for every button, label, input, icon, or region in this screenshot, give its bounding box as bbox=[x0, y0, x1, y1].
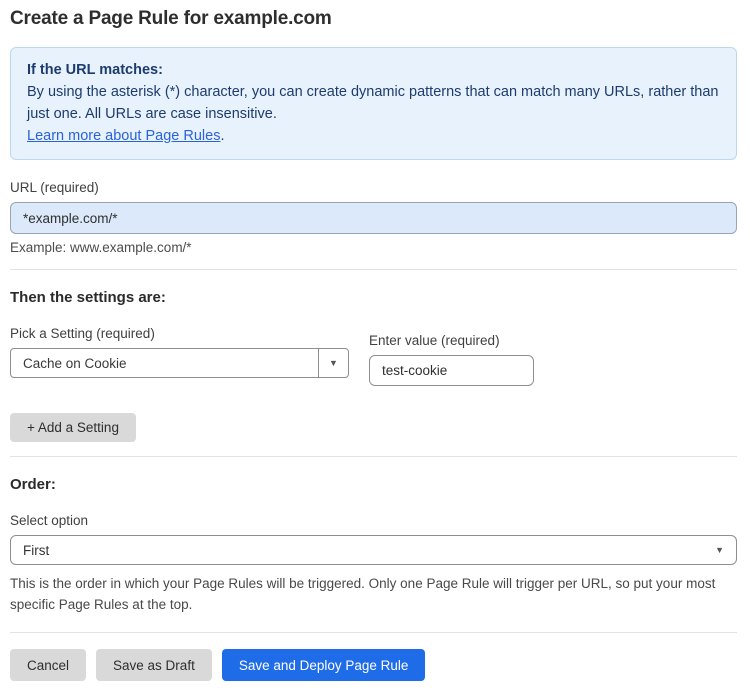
url-input[interactable] bbox=[10, 202, 737, 234]
add-setting-button[interactable]: + Add a Setting bbox=[10, 413, 136, 442]
footer-actions: Cancel Save as Draft Save and Deploy Pag… bbox=[10, 632, 737, 681]
setting-select-column: Pick a Setting (required) Cache on Cooki… bbox=[10, 306, 349, 386]
order-select[interactable]: First ▼ bbox=[10, 535, 737, 565]
order-select-value: First bbox=[23, 542, 50, 558]
chevron-down-icon: ▼ bbox=[329, 357, 338, 368]
setting-select-label: Pick a Setting (required) bbox=[10, 326, 155, 341]
save-as-draft-button[interactable]: Save as Draft bbox=[96, 649, 212, 681]
settings-section-heading: Then the settings are: bbox=[10, 289, 166, 306]
setting-select[interactable]: Cache on Cookie ▼ bbox=[10, 348, 349, 378]
settings-row: Pick a Setting (required) Cache on Cooki… bbox=[10, 306, 737, 386]
learn-more-link[interactable]: Learn more about Page Rules bbox=[27, 128, 220, 144]
setting-value-input[interactable] bbox=[369, 355, 534, 386]
page-title: Create a Page Rule for example.com bbox=[10, 8, 332, 29]
divider-top bbox=[10, 269, 737, 270]
url-example-helper: Example: www.example.com/* bbox=[10, 240, 192, 255]
setting-select-value: Cache on Cookie bbox=[23, 355, 127, 371]
divider-middle bbox=[10, 456, 737, 457]
cancel-button[interactable]: Cancel bbox=[10, 649, 87, 681]
info-box-link-line: Learn more about Page Rules. bbox=[27, 125, 720, 147]
link-suffix: . bbox=[220, 128, 225, 144]
info-box-body: By using the asterisk (*) character, you… bbox=[27, 84, 719, 122]
chevron-down-icon: ▼ bbox=[715, 544, 724, 555]
order-helper-text: This is the order in which your Page Rul… bbox=[10, 576, 716, 612]
order-select-label: Select option bbox=[10, 513, 89, 528]
order-section-heading: Order: bbox=[10, 476, 56, 493]
page-rule-form: Create a Page Rule for example.com If th… bbox=[0, 0, 750, 681]
url-field-label: URL (required) bbox=[10, 180, 99, 195]
value-field-label: Enter value (required) bbox=[369, 333, 500, 348]
save-and-deploy-button[interactable]: Save and Deploy Page Rule bbox=[221, 649, 426, 681]
setting-value-column: Enter value (required) bbox=[369, 313, 534, 386]
info-box-heading: If the URL matches: bbox=[27, 62, 163, 78]
url-match-info-box: If the URL matches: By using the asteris… bbox=[10, 47, 737, 160]
setting-select-arrow-button[interactable]: ▼ bbox=[318, 349, 348, 377]
